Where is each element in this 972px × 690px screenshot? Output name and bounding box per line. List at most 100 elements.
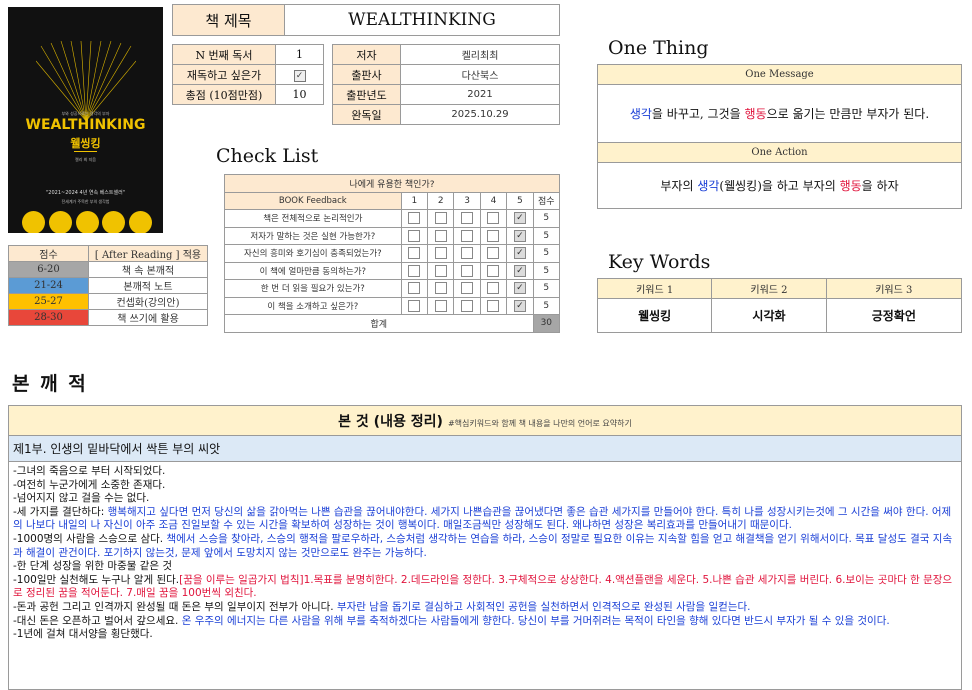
reading-count-value[interactable]: 1 <box>275 44 324 65</box>
part-title: 제1부. 인생의 밑바닥에서 싹튼 부의 씨앗 <box>9 436 961 462</box>
rating-cell[interactable] <box>427 296 455 315</box>
rating-checkbox[interactable] <box>487 299 500 312</box>
rating-cell[interactable] <box>400 226 429 245</box>
rating-checkbox[interactable] <box>434 264 447 277</box>
rating-cell[interactable] <box>453 296 481 315</box>
rating-checkbox[interactable] <box>487 247 500 260</box>
keyword-value[interactable]: 시각화 <box>711 298 827 333</box>
one-action-value[interactable]: 부자의 생각(웰씽킹)을 하고 부자의 행동을 하자 <box>597 162 962 209</box>
rating-cell[interactable] <box>453 261 481 280</box>
cover-badges <box>22 211 152 233</box>
rating-checkbox[interactable] <box>461 299 474 312</box>
rating-checkbox[interactable] <box>434 247 447 260</box>
rating-checkbox-checked[interactable]: ✓ <box>513 212 526 225</box>
summary-line: -세 가지를 결단하다: 행복해지고 싶다면 먼저 당신의 삶을 갉아먹는 나쁜… <box>13 506 957 533</box>
rating-checkbox[interactable] <box>461 212 474 225</box>
one-message-value[interactable]: 생각을 바꾸고, 그것을 행동으로 옮기는 만큼만 부자가 된다. <box>597 84 962 143</box>
pub-year-label: 출판년도 <box>332 84 401 105</box>
rating-cell[interactable] <box>427 209 455 228</box>
rating-checkbox[interactable] <box>461 282 474 295</box>
rating-checkbox[interactable] <box>408 299 421 312</box>
rating-cell[interactable] <box>479 209 508 228</box>
cover-title-ko: 웰씽킹 <box>70 137 101 150</box>
pub-year-value[interactable]: 2021 <box>400 84 560 105</box>
legend-range: 25-27 <box>8 293 89 310</box>
cover-title-en: WEALTHINKING <box>25 117 146 133</box>
section-heading: 본 깨 적 <box>12 373 88 395</box>
rating-checkbox[interactable] <box>487 264 500 277</box>
rating-cell[interactable] <box>427 244 455 263</box>
rating-cell[interactable] <box>400 244 429 263</box>
rating-cell[interactable] <box>479 279 508 298</box>
rating-cell[interactable] <box>453 209 481 228</box>
keyword-value[interactable]: 긍정확언 <box>825 298 963 333</box>
finish-date-value[interactable]: 2025.10.29 <box>400 104 560 125</box>
summary-text: -100일만 실천해도 누구나 알게 된다. <box>13 573 180 586</box>
publisher-value[interactable]: 다산북스 <box>400 64 560 85</box>
col-header: 5 <box>506 191 534 210</box>
summary-line: -1000명의 사람을 스승으로 삼다. 책에서 스승을 찾아라, 스승의 행적… <box>13 533 957 560</box>
legend-range: 28-30 <box>8 309 89 326</box>
question-text: 저자가 말하는 것은 실현 가능한가? <box>224 226 402 245</box>
rating-cell[interactable]: ✓ <box>506 209 534 228</box>
rating-checkbox[interactable] <box>434 282 447 295</box>
book-title-value[interactable]: WEALTHINKING <box>284 4 560 36</box>
rating-cell[interactable] <box>479 226 508 245</box>
rating-cell[interactable] <box>400 209 429 228</box>
total-score-value[interactable]: 10 <box>275 84 324 105</box>
reread-checkbox[interactable]: ✓ <box>293 69 306 82</box>
rating-checkbox[interactable] <box>461 229 474 242</box>
rating-checkbox[interactable] <box>461 264 474 277</box>
rating-checkbox-checked[interactable]: ✓ <box>513 247 526 260</box>
legend-label: 책 속 본깨적 <box>88 261 208 278</box>
rating-cell[interactable]: ✓ <box>506 261 534 280</box>
rating-checkbox[interactable] <box>408 229 421 242</box>
rating-checkbox[interactable] <box>461 247 474 260</box>
rating-checkbox-checked[interactable]: ✓ <box>513 282 526 295</box>
rating-checkbox[interactable] <box>434 229 447 242</box>
rating-cell[interactable] <box>479 244 508 263</box>
col-header: 2 <box>427 191 455 210</box>
rating-cell[interactable]: ✓ <box>506 279 534 298</box>
rating-checkbox[interactable] <box>487 212 500 225</box>
rating-cell[interactable]: ✓ <box>506 244 534 263</box>
rating-checkbox[interactable] <box>487 282 500 295</box>
summary-line: -한 단계 성장을 위한 마중물 같은 것 <box>13 560 173 573</box>
rating-cell[interactable] <box>453 279 481 298</box>
cover-badge <box>75 211 99 233</box>
rating-checkbox[interactable] <box>408 212 421 225</box>
book-cover-image: 부와 성공으로는 생각의 부자 WEALTHINKING 웰씽킹 켈리 최 지음… <box>8 7 163 233</box>
rating-checkbox-checked[interactable]: ✓ <box>513 264 526 277</box>
author-value[interactable]: 켈리최최 <box>400 44 560 65</box>
rating-cell[interactable] <box>427 226 455 245</box>
rating-checkbox[interactable] <box>408 247 421 260</box>
rating-cell[interactable] <box>427 279 455 298</box>
rating-cell[interactable] <box>453 244 481 263</box>
rating-checkbox-checked[interactable]: ✓ <box>513 229 526 242</box>
rating-checkbox[interactable] <box>487 229 500 242</box>
publisher-label: 출판사 <box>332 64 401 85</box>
rating-cell[interactable] <box>427 261 455 280</box>
rating-checkbox-checked[interactable]: ✓ <box>513 299 526 312</box>
question-score: 5 <box>532 226 561 245</box>
rating-checkbox[interactable] <box>434 212 447 225</box>
summary-body[interactable]: -그녀의 죽음으로 부터 시작되었다. -여전히 누군가에게 소중한 존재다. … <box>9 462 961 645</box>
one-action-label: One Action <box>597 142 962 163</box>
legend-row: 25-27 컨셉화(강의안) <box>8 293 208 310</box>
rating-cell[interactable]: ✓ <box>506 296 534 315</box>
rating-checkbox[interactable] <box>408 282 421 295</box>
summary-line: -넘어지지 않고 걸을 수는 없다. <box>13 492 150 505</box>
question-row: 이 책에 얼마만큼 동의하는가? ✓ 5 <box>224 261 561 280</box>
rating-cell[interactable] <box>400 279 429 298</box>
rating-cell[interactable] <box>453 226 481 245</box>
rating-cell[interactable] <box>479 261 508 280</box>
rating-cell[interactable] <box>400 296 429 315</box>
book-title-label: 책 제목 <box>172 4 285 36</box>
rating-cell[interactable] <box>400 261 429 280</box>
rating-cell[interactable] <box>479 296 508 315</box>
rating-cell[interactable]: ✓ <box>506 226 534 245</box>
rating-checkbox[interactable] <box>434 299 447 312</box>
rating-checkbox[interactable] <box>408 264 421 277</box>
keyword-value[interactable]: 웰씽킹 <box>596 298 713 333</box>
legend-range: 21-24 <box>8 277 89 294</box>
